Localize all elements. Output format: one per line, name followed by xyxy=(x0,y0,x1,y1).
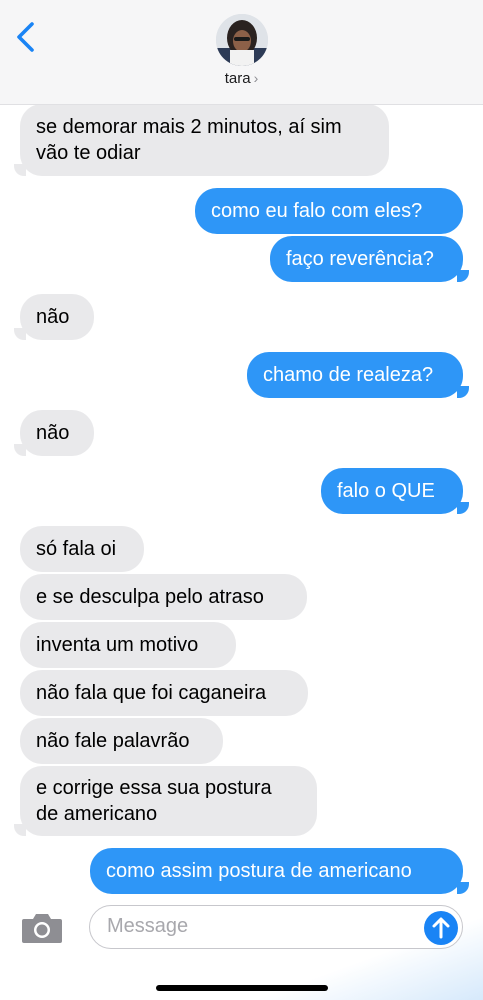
message-text: falo o QUE xyxy=(337,480,435,502)
message-outgoing: como eu falo com eles? xyxy=(195,188,463,234)
bubble-tail xyxy=(457,882,469,894)
bubble-tail xyxy=(14,444,26,456)
message-outgoing: chamo de realeza? xyxy=(247,352,463,398)
message-incoming: e corrige essa sua postura de americano xyxy=(20,766,317,836)
bubble-tail xyxy=(14,328,26,340)
message-text: vão te odiar xyxy=(36,142,141,164)
message-text: não fala que foi caganeira xyxy=(36,682,267,704)
bubble-tail xyxy=(457,386,469,398)
message-list[interactable]: se demorar mais 2 minutos, aí sim vão te… xyxy=(0,0,483,900)
message-outgoing: como assim postura de americano xyxy=(90,848,463,894)
message-placeholder: Message xyxy=(107,915,189,937)
message-text: chamo de realeza? xyxy=(263,364,434,386)
message-text: faço reverência? xyxy=(286,248,434,270)
camera-button[interactable] xyxy=(20,911,64,945)
message-text: de americano xyxy=(36,803,158,825)
chevron-right-icon: › xyxy=(253,70,259,86)
message-text: não xyxy=(36,422,70,444)
message-text: e corrige essa sua postura xyxy=(36,777,272,799)
arrow-up-icon xyxy=(432,917,450,939)
message-incoming: e se desculpa pelo atraso xyxy=(20,574,307,620)
message-incoming: não xyxy=(20,294,94,340)
send-button[interactable] xyxy=(424,911,458,945)
chevron-left-icon xyxy=(17,22,34,52)
message-incoming: se demorar mais 2 minutos, aí sim vão te… xyxy=(20,104,389,176)
bubble-tail xyxy=(14,824,26,836)
contact-photo xyxy=(216,14,268,66)
bubble-tail xyxy=(457,502,469,514)
message-text: e se desculpa pelo atraso xyxy=(36,586,264,608)
bubble-tail xyxy=(14,164,26,176)
contact-name-row[interactable]: tara › xyxy=(0,70,483,87)
message-incoming: não xyxy=(20,410,94,456)
message-outgoing: falo o QUE xyxy=(321,468,463,514)
bubble-tail xyxy=(457,270,469,282)
message-text: não fale palavrão xyxy=(36,730,190,752)
message-text: se demorar mais 2 minutos, aí sim xyxy=(36,116,342,138)
message-text: inventa um motivo xyxy=(36,634,199,656)
message-incoming: não fala que foi caganeira xyxy=(20,670,308,716)
contact-name: tara xyxy=(224,70,251,87)
message-text: como eu falo com eles? xyxy=(211,200,423,222)
message-outgoing: faço reverência? xyxy=(270,236,463,282)
conversation-header: tara › xyxy=(0,0,483,105)
message-text: só fala oi xyxy=(36,538,117,560)
camera-icon xyxy=(22,914,62,943)
back-button[interactable] xyxy=(12,20,42,54)
message-text: não xyxy=(36,306,70,328)
message-incoming: inventa um motivo xyxy=(20,622,236,668)
message-incoming: não fale palavrão xyxy=(20,718,223,764)
message-text: como assim postura de americano xyxy=(106,860,412,882)
home-indicator xyxy=(156,985,328,991)
message-incoming: só fala oi xyxy=(20,526,144,572)
avatar[interactable] xyxy=(216,14,268,66)
